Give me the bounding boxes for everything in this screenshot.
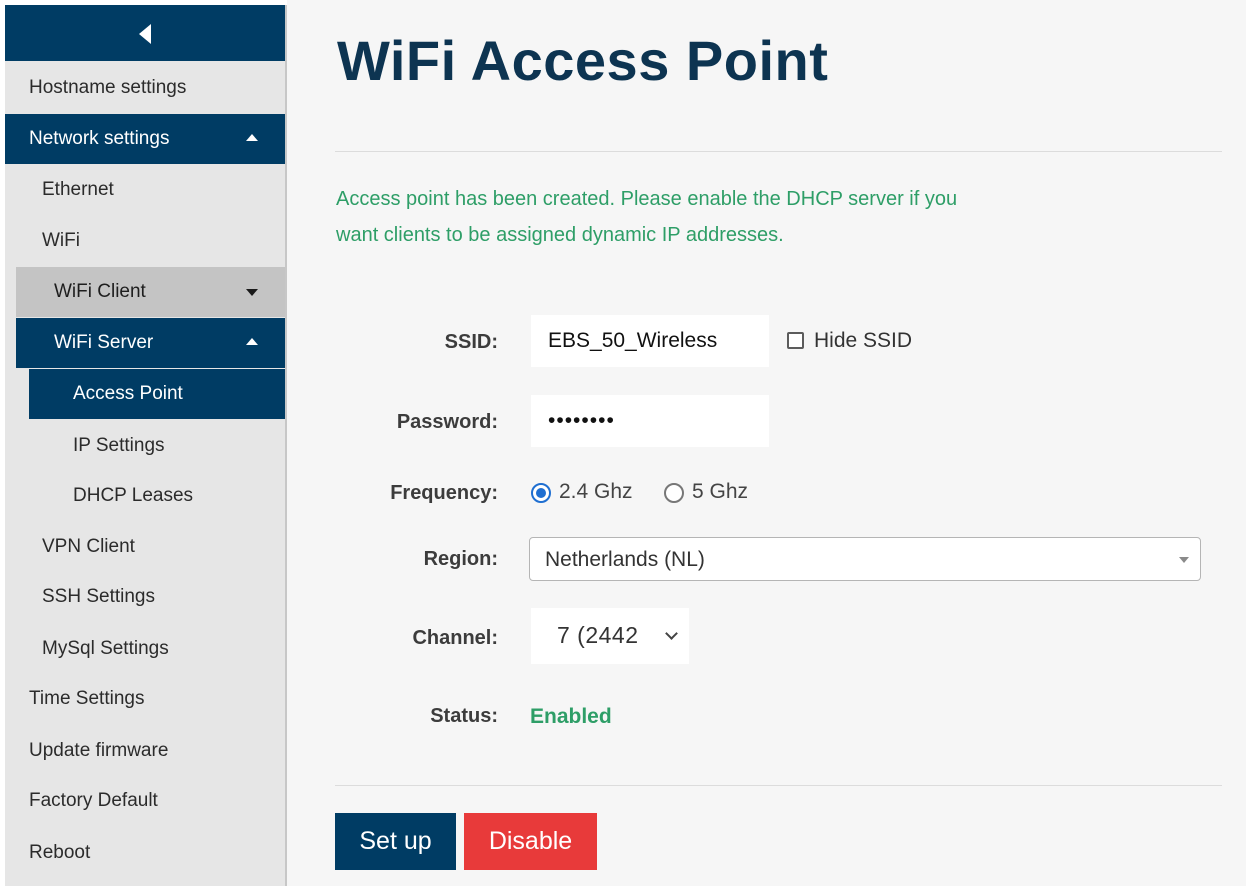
ssid-input[interactable]: EBS_50_Wireless bbox=[531, 315, 769, 367]
set-up-button[interactable]: Set up bbox=[335, 813, 456, 870]
password-label: Password: bbox=[396, 411, 498, 433]
divider bbox=[335, 151, 1222, 152]
caret-up-icon bbox=[246, 134, 258, 141]
main-content: WiFi Access Point Access point has been … bbox=[287, 0, 1246, 886]
status-value: Enabled bbox=[530, 705, 612, 728]
sidebar-item-label: Reboot bbox=[29, 842, 91, 863]
frequency-2-4ghz-label: 2.4 Ghz bbox=[559, 480, 633, 503]
dropdown-arrow-icon bbox=[1179, 557, 1189, 563]
sidebar-item-wifi-server[interactable]: WiFi Server bbox=[16, 318, 285, 368]
region-select[interactable]: Netherlands (NL) bbox=[529, 537, 1201, 581]
password-value: •••••••• bbox=[548, 409, 615, 432]
sidebar-item-ssh-settings[interactable]: SSH Settings bbox=[5, 572, 285, 622]
ssid-value: EBS_50_Wireless bbox=[548, 329, 718, 352]
sidebar-item-label: WiFi bbox=[42, 230, 80, 251]
sidebar-item-access-point[interactable]: Access Point bbox=[29, 369, 285, 419]
channel-value: 7 (2442 bbox=[557, 622, 639, 648]
sidebar-item-label: Factory Default bbox=[29, 790, 158, 811]
sidebar-item-label: WiFi Client bbox=[54, 281, 146, 302]
sidebar-item-ip-settings[interactable]: IP Settings bbox=[29, 421, 285, 471]
channel-label: Channel: bbox=[412, 627, 498, 649]
sidebar-item-network-settings[interactable]: Network settings bbox=[5, 114, 285, 164]
frequency-2-4ghz-radio[interactable] bbox=[531, 483, 551, 503]
chevron-left-icon bbox=[139, 24, 151, 44]
sidebar-item-factory-default[interactable]: Factory Default bbox=[5, 776, 285, 826]
sidebar-item-wifi-client[interactable]: WiFi Client bbox=[16, 267, 285, 317]
sidebar-item-label: Ethernet bbox=[42, 179, 114, 200]
sidebar-item-label: Time Settings bbox=[29, 688, 145, 709]
sidebar-item-hostname-settings[interactable]: Hostname settings bbox=[5, 63, 285, 113]
frequency-label: Frequency: bbox=[390, 482, 498, 504]
sidebar-item-ethernet[interactable]: Ethernet bbox=[5, 165, 285, 215]
password-input[interactable]: •••••••• bbox=[531, 395, 769, 447]
chevron-down-icon bbox=[665, 627, 678, 640]
sidebar-item-label: SSH Settings bbox=[42, 586, 155, 607]
app-root: Hostname settings Network settings Ether… bbox=[0, 0, 1246, 886]
sidebar-item-vpn-client[interactable]: VPN Client bbox=[5, 522, 285, 572]
sidebar-item-label: WiFi Server bbox=[54, 332, 154, 353]
sidebar-item-label: DHCP Leases bbox=[73, 485, 194, 506]
sidebar-collapse-button[interactable] bbox=[5, 5, 285, 61]
sidebar-item-dhcp-leases[interactable]: DHCP Leases bbox=[29, 471, 285, 521]
channel-select[interactable]: 7 (2442 bbox=[531, 608, 689, 664]
sidebar-item-reboot[interactable]: Reboot bbox=[5, 828, 285, 878]
sidebar-item-label: Hostname settings bbox=[29, 77, 187, 98]
caret-down-icon bbox=[246, 289, 258, 296]
sidebar-item-wifi[interactable]: WiFi bbox=[5, 216, 285, 266]
page-title: WiFi Access Point bbox=[337, 29, 829, 92]
caret-up-icon bbox=[246, 338, 258, 345]
sidebar-item-label: VPN Client bbox=[42, 536, 135, 557]
status-label: Status: bbox=[430, 705, 498, 727]
sidebar-item-mysql-settings[interactable]: MySql Settings bbox=[5, 624, 285, 674]
sidebar-item-label: Update firmware bbox=[29, 740, 169, 761]
divider bbox=[335, 785, 1222, 786]
sidebar-item-label: MySql Settings bbox=[42, 638, 169, 659]
frequency-5ghz-radio[interactable] bbox=[664, 483, 684, 503]
sidebar-item-label: IP Settings bbox=[73, 435, 165, 456]
hide-ssid-checkbox[interactable] bbox=[787, 332, 804, 349]
sidebar-item-label: Access Point bbox=[73, 383, 183, 404]
success-message: Access point has been created. Please en… bbox=[336, 188, 958, 246]
frequency-5ghz-label: 5 Ghz bbox=[692, 480, 749, 503]
ssid-label: SSID: bbox=[444, 331, 498, 353]
sidebar-item-label: Network settings bbox=[29, 128, 170, 149]
sidebar-item-time-settings[interactable]: Time Settings bbox=[5, 674, 285, 724]
disable-button[interactable]: Disable bbox=[464, 813, 597, 870]
region-value: Netherlands (NL) bbox=[545, 548, 705, 571]
sidebar: Hostname settings Network settings Ether… bbox=[5, 5, 285, 886]
region-label: Region: bbox=[423, 548, 498, 570]
hide-ssid-label: Hide SSID bbox=[814, 329, 913, 352]
sidebar-item-update-firmware[interactable]: Update firmware bbox=[5, 726, 285, 776]
